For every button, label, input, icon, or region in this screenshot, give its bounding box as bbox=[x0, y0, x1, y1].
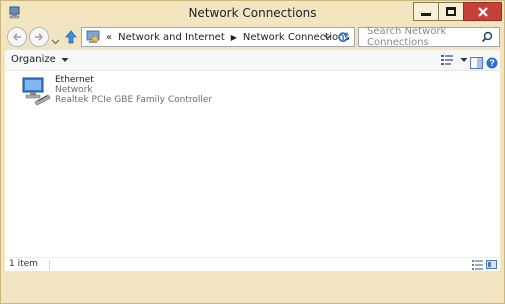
status-bar: 1 item bbox=[5, 257, 500, 271]
details-view-icon bbox=[472, 260, 483, 270]
back-arrow-icon bbox=[12, 33, 21, 41]
navigation-bar: « Network and Internet ▶ Network Connect… bbox=[5, 25, 500, 49]
ethernet-adapter-icon bbox=[20, 75, 52, 107]
address-bar[interactable]: « Network and Internet ▶ Network Connect… bbox=[81, 27, 355, 47]
view-options-button[interactable] bbox=[441, 54, 468, 66]
details-view-button[interactable] bbox=[472, 259, 483, 273]
organize-menu[interactable]: Organize bbox=[11, 54, 69, 65]
chevron-down-icon bbox=[460, 58, 468, 62]
view-options-icon bbox=[441, 55, 453, 65]
up-arrow-icon bbox=[65, 30, 77, 44]
minimize-icon bbox=[421, 13, 431, 16]
back-button[interactable] bbox=[7, 27, 27, 47]
item-count: 1 item bbox=[9, 259, 38, 269]
svg-text:?: ? bbox=[489, 58, 495, 68]
preview-pane-icon bbox=[470, 57, 483, 69]
up-button[interactable] bbox=[64, 29, 78, 45]
explorer-window: Network Connections « Network and Intern… bbox=[0, 0, 505, 304]
command-bar: Organize ? bbox=[5, 49, 500, 71]
help-icon: ? bbox=[486, 57, 498, 69]
search-box[interactable]: Search Network Connections bbox=[358, 26, 500, 48]
list-item-ethernet[interactable]: Ethernet Network Realtek PCIe GBE Family… bbox=[20, 75, 220, 109]
breadcrumb-separator-icon: ▶ bbox=[230, 32, 237, 42]
search-input[interactable]: Search Network Connections bbox=[367, 26, 499, 48]
close-button[interactable] bbox=[463, 2, 502, 21]
breadcrumb-network-connections[interactable]: Network Connections bbox=[243, 32, 350, 43]
connections-list: Ethernet Network Realtek PCIe GBE Family… bbox=[5, 71, 500, 257]
large-icons-view-button[interactable] bbox=[486, 259, 497, 273]
breadcrumb-network-and-internet[interactable]: Network and Internet bbox=[118, 32, 225, 43]
search-icon[interactable] bbox=[481, 31, 493, 46]
minimize-button[interactable] bbox=[413, 2, 439, 21]
ethernet-details: Ethernet Network Realtek PCIe GBE Family… bbox=[55, 75, 212, 105]
maximize-icon bbox=[446, 7, 456, 16]
recent-locations-button[interactable] bbox=[51, 31, 61, 45]
title-bar[interactable]: Network Connections bbox=[1, 1, 504, 25]
refresh-button[interactable] bbox=[337, 31, 349, 46]
chevron-down-icon bbox=[61, 57, 69, 62]
forward-button[interactable] bbox=[29, 27, 49, 47]
connection-device: Realtek PCIe GBE Family Controller bbox=[55, 95, 213, 105]
connection-status: Network bbox=[55, 85, 93, 95]
control-panel-icon bbox=[86, 30, 100, 44]
address-dropdown-button[interactable] bbox=[323, 32, 332, 44]
breadcrumb-root-marker[interactable]: « bbox=[106, 32, 112, 43]
chevron-down-icon bbox=[323, 34, 332, 40]
connection-name: Ethernet bbox=[55, 75, 94, 85]
organize-label: Organize bbox=[11, 54, 56, 65]
status-separator bbox=[49, 260, 50, 270]
maximize-button[interactable] bbox=[438, 2, 464, 21]
chevron-down-icon bbox=[51, 39, 60, 45]
forward-arrow-icon bbox=[35, 33, 44, 41]
refresh-icon bbox=[338, 32, 348, 42]
close-icon bbox=[477, 6, 488, 17]
large-icons-view-icon bbox=[486, 260, 497, 269]
